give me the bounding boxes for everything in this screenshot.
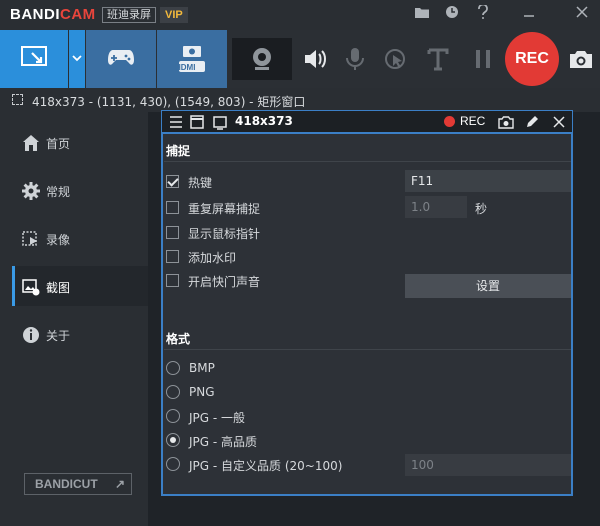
capture-section-title: 捕捉 (166, 144, 191, 158)
external-link-icon: ↗ (114, 477, 125, 491)
shutter-sound-option[interactable]: 开启快门声音 (166, 273, 366, 289)
selection-area-icon (12, 94, 23, 105)
capture-section-divider (164, 161, 571, 162)
product-name-badge: 班迪录屏 (102, 7, 156, 23)
shutter-sound-checkbox[interactable] (166, 274, 179, 287)
hotkey-input[interactable]: F11 (405, 170, 571, 192)
sidebar-item-label: 录像 (46, 233, 71, 247)
hotkey-option[interactable]: 热键 (166, 174, 366, 190)
format-option-bmp[interactable]: BMP (166, 361, 366, 377)
folder-icon[interactable] (412, 5, 432, 25)
capture-size-label: 418x373 (235, 114, 293, 128)
mode-dropdown-button[interactable] (69, 30, 85, 88)
format-radio[interactable] (166, 409, 180, 423)
webcam-icon (253, 48, 271, 70)
format-section-divider (164, 349, 571, 350)
format-option-jpg-high[interactable]: JPG - 高品质 (166, 433, 366, 449)
format-radio[interactable] (166, 385, 180, 399)
format-section-title: 格式 (166, 332, 191, 346)
tool-icons-group (232, 30, 502, 88)
bandicut-button[interactable]: BANDICUT ↗ (24, 473, 132, 495)
watermark-checkbox[interactable] (166, 250, 179, 263)
format-option-jpg-custom[interactable]: JPG - 自定义品质 (20~100) (166, 457, 396, 473)
record-button[interactable]: REC (505, 32, 559, 86)
sidebar: 首页 常规 录像 截图 关于 (0, 112, 148, 526)
status-bar: 418x373 - (1131, 430), (1549, 803) - 矩形窗… (0, 88, 600, 112)
sidebar-item-label: 常规 (46, 185, 71, 199)
sidebar-item-label: 关于 (46, 329, 71, 343)
shutter-settings-button[interactable]: 设置 (405, 274, 571, 298)
game-mode-button[interactable] (86, 30, 156, 88)
format-option-label: BMP (189, 361, 215, 375)
hdmi-mode-button[interactable]: HDMI (157, 30, 227, 88)
format-option-label: PNG (189, 385, 215, 399)
camera-icon[interactable] (498, 114, 514, 130)
main-toolbar: HDMI REC (0, 30, 600, 88)
record-dot-icon[interactable] (444, 116, 455, 127)
video-icon (22, 231, 37, 246)
title-bar: BANDICAM 班迪录屏 VIP (0, 0, 600, 30)
hdmi-label: HDMI (175, 63, 196, 72)
close-icon[interactable] (572, 5, 592, 25)
sidebar-item-about[interactable]: 关于 (12, 314, 148, 354)
hotkey-checkbox[interactable] (166, 175, 179, 188)
minimize-icon[interactable] (519, 5, 539, 25)
clock-icon[interactable] (442, 5, 462, 25)
format-option-jpg-normal[interactable]: JPG - 一般 (166, 409, 366, 425)
sidebar-item-home[interactable]: 首页 (12, 122, 148, 162)
gear-icon (22, 182, 40, 200)
show-cursor-checkbox[interactable] (166, 226, 179, 239)
chevron-down-icon (72, 55, 82, 62)
app-logo: BANDICAM (10, 6, 96, 23)
window-icon[interactable] (189, 114, 205, 130)
rectangle-select-icon (21, 46, 47, 66)
repeat-interval-input[interactable]: 1.0 (405, 196, 467, 218)
format-radio[interactable] (166, 433, 180, 447)
menu-icon[interactable] (168, 114, 184, 130)
repeat-capture-label: 重复屏幕捕捉 (188, 202, 261, 216)
speaker-icon[interactable] (302, 46, 328, 72)
pencil-icon[interactable] (524, 114, 540, 130)
sidebar-item-video[interactable]: 录像 (12, 218, 148, 258)
format-radio[interactable] (166, 361, 180, 375)
sidebar-item-label: 首页 (46, 137, 71, 151)
microphone-icon[interactable] (342, 46, 368, 72)
gamepad-icon (108, 50, 134, 65)
help-icon[interactable] (473, 3, 493, 25)
show-cursor-label: 显示鼠标指针 (188, 227, 261, 241)
bandicut-label: BANDICUT (35, 477, 98, 491)
watermark-option[interactable]: 添加水印 (166, 249, 366, 265)
hotkey-label: 热键 (188, 176, 213, 190)
text-overlay-icon[interactable] (425, 46, 451, 72)
cursor-click-icon[interactable] (382, 46, 408, 72)
format-radio[interactable] (166, 457, 180, 471)
format-option-label: JPG - 高品质 (189, 435, 258, 449)
custom-quality-input[interactable]: 100 (405, 454, 571, 476)
show-cursor-option[interactable]: 显示鼠标指针 (166, 225, 366, 241)
sidebar-item-label: 截图 (46, 281, 71, 295)
watermark-label: 添加水印 (188, 251, 237, 265)
format-option-label: JPG - 一般 (189, 411, 246, 425)
shutter-sound-label: 开启快门声音 (188, 275, 261, 289)
overlay-record-button[interactable]: REC (460, 114, 485, 128)
info-icon (23, 327, 39, 343)
format-option-label: JPG - 自定义品质 (20~100) (189, 459, 343, 473)
sidebar-item-screenshot[interactable]: 截图 (12, 266, 148, 306)
fullscreen-icon[interactable] (212, 114, 228, 130)
home-icon (23, 135, 39, 151)
sidebar-item-general[interactable]: 常规 (12, 170, 148, 210)
format-option-png[interactable]: PNG (166, 385, 366, 401)
rectangle-mode-button[interactable] (0, 30, 68, 88)
repeat-capture-checkbox[interactable] (166, 201, 179, 214)
pause-icon[interactable] (470, 46, 496, 72)
vip-badge[interactable]: VIP (160, 7, 188, 23)
capture-window-header: 418x373 REC (161, 110, 573, 132)
close-icon[interactable] (551, 114, 567, 130)
capture-area-status: 418x373 - (1131, 430), (1549, 803) - 矩形窗… (32, 95, 306, 109)
image-icon (22, 279, 40, 296)
camera-icon[interactable] (568, 46, 594, 72)
repeat-capture-option[interactable]: 重复屏幕捕捉 (166, 200, 366, 216)
webcam-button[interactable] (232, 38, 292, 80)
seconds-unit-label: 秒 (475, 202, 488, 216)
